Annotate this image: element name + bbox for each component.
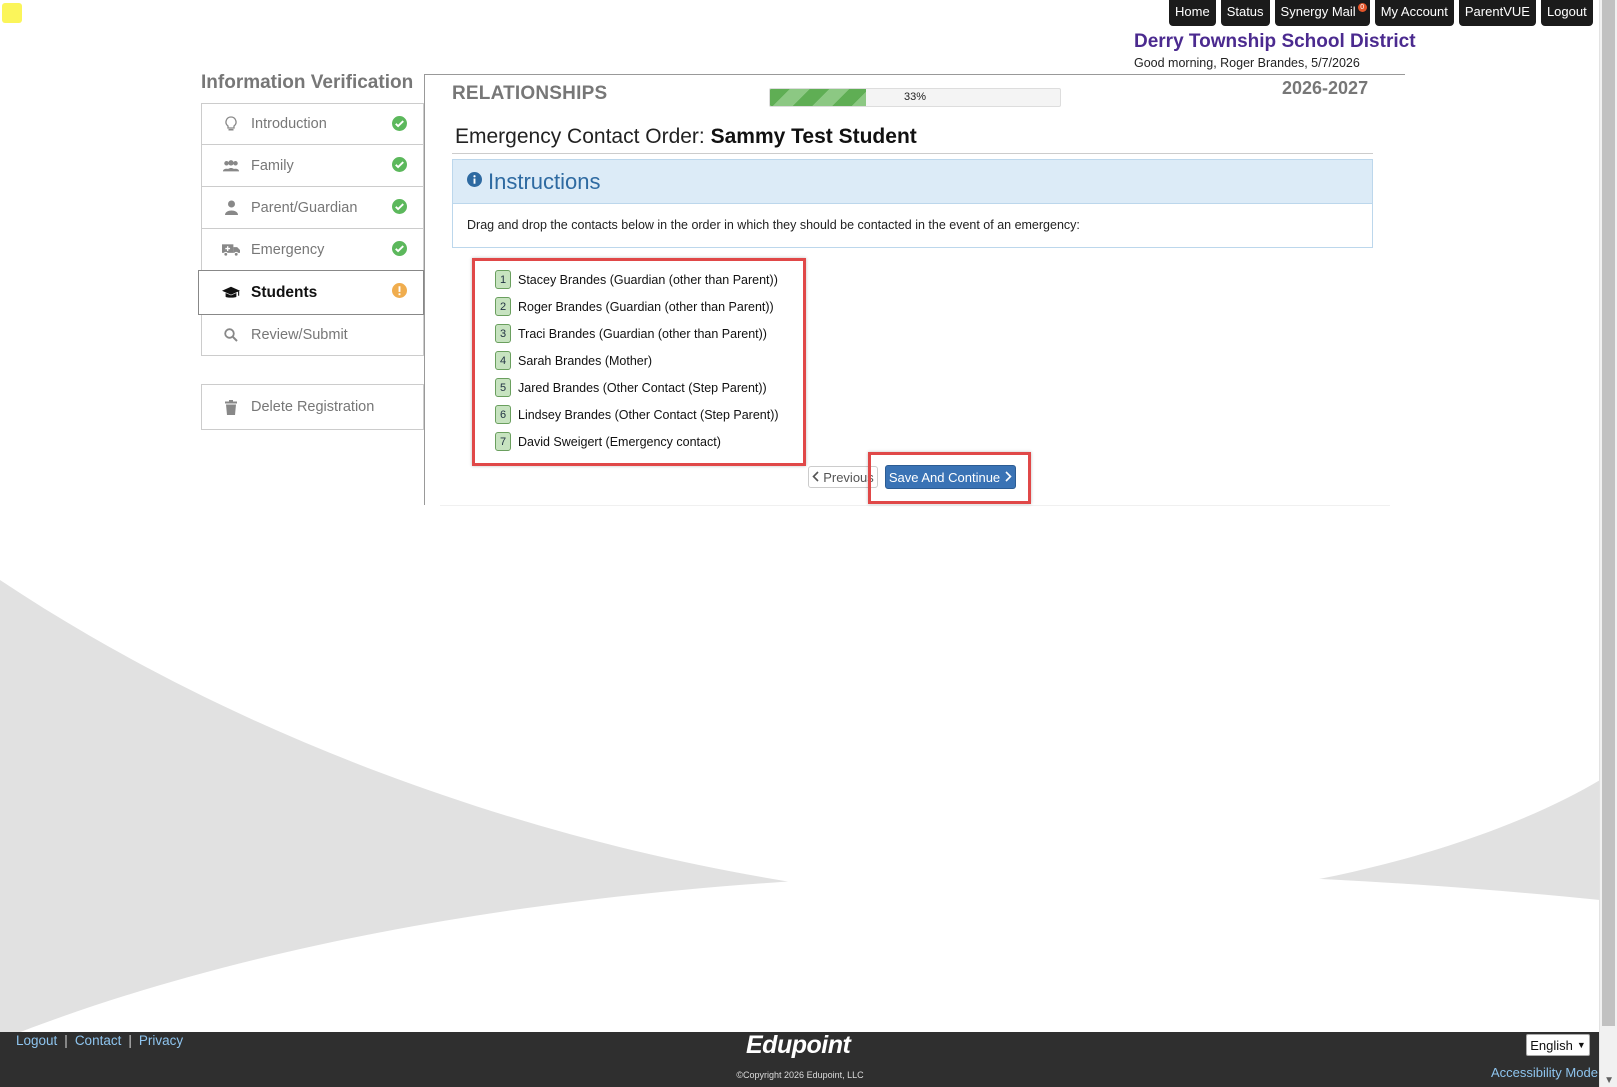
chevron-left-icon bbox=[812, 470, 819, 485]
check-complete-icon bbox=[392, 199, 407, 219]
footer-separator: | bbox=[128, 1033, 132, 1048]
step-label: Parent/Guardian bbox=[251, 199, 358, 216]
contact-label: Roger Brandes (Guardian (other than Pare… bbox=[518, 299, 774, 314]
language-select[interactable]: English ▼ bbox=[1526, 1034, 1590, 1056]
student-name: Sammy Test Student bbox=[710, 125, 917, 148]
school-year: 2026-2027 bbox=[1282, 78, 1369, 98]
accessibility-mode-link[interactable]: Accessibility Mode bbox=[1491, 1065, 1598, 1080]
contact-label: Stacey Brandes (Guardian (other than Par… bbox=[518, 272, 778, 287]
check-complete-icon bbox=[392, 241, 407, 261]
contact-order-list: 1 Stacey Brandes (Guardian (other than P… bbox=[472, 258, 806, 466]
edupoint-logo: Edupoint bbox=[746, 1031, 851, 1060]
save-and-continue-button[interactable]: Save And Continue bbox=[885, 465, 1016, 489]
person-icon bbox=[222, 200, 240, 215]
progress-bar: 33% bbox=[769, 88, 1061, 107]
contact-item[interactable]: 7 David Sweigert (Emergency contact) bbox=[495, 432, 721, 451]
step-introduction[interactable]: Introduction bbox=[201, 103, 424, 145]
nav-logout-button[interactable]: Logout bbox=[1540, 0, 1593, 26]
order-number-badge: 4 bbox=[495, 351, 511, 370]
section-title: RELATIONSHIPS bbox=[452, 83, 608, 104]
footer-logout-link[interactable]: Logout bbox=[16, 1033, 57, 1048]
order-number-badge: 7 bbox=[495, 432, 511, 451]
instructions-header: Instructions bbox=[453, 160, 1372, 204]
delete-registration-label: Delete Registration bbox=[251, 399, 375, 415]
scrollbar-thumb[interactable] bbox=[1602, 0, 1615, 1026]
copyright-text: ©Copyright 2026 Edupoint, LLC bbox=[736, 1070, 864, 1080]
instructions-panel: Instructions Drag and drop the contacts … bbox=[452, 159, 1373, 248]
nav-synergy-mail-button[interactable]: Synergy Mail 0 bbox=[1274, 0, 1370, 26]
step-family[interactable]: Family bbox=[201, 145, 424, 187]
step-parent-guardian[interactable]: Parent/Guardian bbox=[201, 187, 424, 229]
nav-my-account-button[interactable]: My Account bbox=[1374, 0, 1454, 26]
order-number-badge: 3 bbox=[495, 324, 511, 343]
step-label: Family bbox=[251, 157, 294, 174]
contact-item[interactable]: 2 Roger Brandes (Guardian (other than Pa… bbox=[495, 297, 774, 316]
contact-item[interactable]: 6 Lindsey Brandes (Other Contact (Step P… bbox=[495, 405, 779, 424]
lightbulb-icon bbox=[222, 116, 240, 132]
contact-order-prefix: Emergency Contact Order: bbox=[455, 125, 711, 148]
district-name: Derry Township School District bbox=[1134, 31, 1416, 52]
nav-home-button[interactable]: Home bbox=[1169, 0, 1216, 26]
nav-status-button[interactable]: Status bbox=[1220, 0, 1270, 26]
check-complete-icon bbox=[392, 157, 407, 177]
mail-count-badge: 0 bbox=[1357, 3, 1367, 12]
caret-down-icon: ▼ bbox=[1576, 1040, 1586, 1050]
footer-contact-link[interactable]: Contact bbox=[75, 1033, 122, 1048]
step-review-submit[interactable]: Review/Submit bbox=[201, 314, 424, 356]
instructions-title: Instructions bbox=[488, 168, 601, 194]
people-icon bbox=[222, 159, 240, 173]
contact-label: Traci Brandes (Guardian (other than Pare… bbox=[518, 326, 767, 341]
sidebar-title: Information Verification bbox=[201, 72, 414, 93]
scroll-down-arrow-icon[interactable]: ▼ bbox=[1604, 1075, 1614, 1086]
order-number-badge: 1 bbox=[495, 270, 511, 289]
corner-badge bbox=[2, 3, 22, 23]
content-bottom-divider bbox=[440, 505, 1390, 506]
previous-label: Previous bbox=[823, 469, 874, 485]
info-icon bbox=[467, 171, 482, 192]
step-label: Review/Submit bbox=[251, 327, 348, 343]
step-emergency[interactable]: Emergency bbox=[201, 229, 424, 271]
step-label: Students bbox=[251, 283, 318, 301]
progress-label: 33% bbox=[903, 91, 927, 103]
warning-icon bbox=[392, 283, 407, 303]
contact-label: David Sweigert (Emergency contact) bbox=[518, 434, 721, 449]
chevron-right-icon bbox=[1005, 470, 1012, 485]
greeting-text: Good morning, Roger Brandes, 5/7/2026 bbox=[1134, 56, 1360, 70]
ambulance-icon bbox=[222, 243, 240, 257]
trash-icon bbox=[222, 399, 240, 415]
save-label: Save And Continue bbox=[888, 469, 1001, 485]
contact-item[interactable]: 4 Sarah Brandes (Mother) bbox=[495, 351, 652, 370]
contact-item[interactable]: 1 Stacey Brandes (Guardian (other than P… bbox=[495, 270, 778, 289]
check-complete-icon bbox=[392, 116, 407, 136]
order-number-badge: 2 bbox=[495, 297, 511, 316]
footer-links: Logout | Contact | Privacy bbox=[16, 1033, 183, 1048]
step-list: Introduction Family Parent/Guardian Emer… bbox=[198, 103, 424, 356]
contact-label: Sarah Brandes (Mother) bbox=[518, 353, 653, 368]
contact-item[interactable]: 5 Jared Brandes (Other Contact (Step Par… bbox=[495, 378, 767, 397]
contact-label: Jared Brandes (Other Contact (Step Paren… bbox=[518, 380, 767, 395]
contact-item[interactable]: 3 Traci Brandes (Guardian (other than Pa… bbox=[495, 324, 767, 343]
footer-privacy-link[interactable]: Privacy bbox=[139, 1033, 183, 1048]
nav-synergy-mail-label: Synergy Mail bbox=[1280, 4, 1356, 19]
order-number-badge: 5 bbox=[495, 378, 511, 397]
footer-separator: | bbox=[64, 1033, 68, 1048]
nav-parentvue-button[interactable]: ParentVUE bbox=[1458, 0, 1536, 26]
step-label: Introduction bbox=[251, 116, 327, 132]
order-number-badge: 6 bbox=[495, 405, 511, 424]
step-label: Emergency bbox=[251, 241, 325, 258]
edupoint-logo-text: Edupoint bbox=[746, 1031, 851, 1059]
top-navigation: Home Status Synergy Mail 0 My Account Pa… bbox=[1169, 0, 1593, 26]
graduation-cap-icon bbox=[222, 286, 240, 300]
search-icon bbox=[222, 328, 240, 342]
title-divider bbox=[452, 153, 1373, 154]
delete-registration-button[interactable]: Delete Registration bbox=[201, 384, 424, 430]
language-value: English bbox=[1530, 1037, 1573, 1053]
contact-label: Lindsey Brandes (Other Contact (Step Par… bbox=[518, 407, 779, 422]
page-title: Emergency Contact Order: Sammy Test Stud… bbox=[455, 125, 917, 149]
step-students[interactable]: Students bbox=[198, 270, 424, 315]
instructions-text: Drag and drop the contacts below in the … bbox=[467, 218, 1080, 232]
